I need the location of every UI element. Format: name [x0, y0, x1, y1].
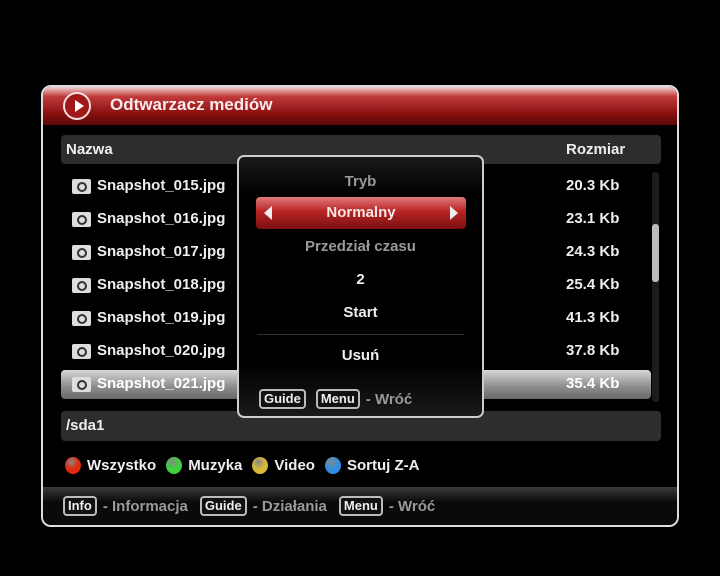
file-size: 35.4 Kb	[566, 375, 620, 392]
file-name: Snapshot_017.jpg	[97, 243, 226, 260]
red-key-all[interactable]: Wszystko	[65, 457, 156, 474]
actions-popup: Tryb Normalny Przedział czasu 2 Start Us…	[237, 155, 484, 418]
key-label: Sortuj Z-A	[346, 457, 420, 474]
file-size: 25.4 Kb	[566, 276, 620, 293]
file-name: Snapshot_020.jpg	[97, 342, 226, 359]
info-key[interactable]: Info	[63, 496, 97, 516]
blue-button-icon	[324, 457, 341, 474]
camera-icon	[72, 245, 91, 260]
camera-icon	[72, 179, 91, 194]
guide-key[interactable]: Guide	[199, 496, 247, 516]
file-size: 24.3 Kb	[566, 243, 620, 260]
camera-icon	[72, 311, 91, 326]
scrollbar-thumb[interactable]	[652, 224, 659, 282]
play-icon	[63, 92, 91, 120]
mode-label: Tryb	[344, 173, 377, 190]
scrollbar[interactable]	[652, 172, 659, 402]
menu-hint: - Wróć	[388, 497, 436, 515]
start-button[interactable]: Start	[239, 304, 482, 321]
column-name: Nazwa	[66, 141, 113, 158]
interval-label: Przedział czasu	[305, 238, 416, 255]
file-name: Snapshot_016.jpg	[97, 210, 226, 227]
camera-icon	[72, 377, 91, 392]
file-size: 37.8 Kb	[566, 342, 620, 359]
color-keys: Wszystko Muzyka Video Sortuj Z-A	[65, 457, 421, 474]
yellow-key-video[interactable]: Video	[252, 457, 315, 474]
menu-key[interactable]: Menu	[338, 496, 383, 516]
guide-key[interactable]: Guide	[259, 389, 306, 409]
page-title: Odtwarzacz mediów	[110, 95, 273, 114]
menu-key[interactable]: Menu	[315, 389, 360, 409]
camera-icon	[72, 212, 91, 227]
camera-icon	[72, 278, 91, 293]
file-size: 20.3 Kb	[566, 177, 620, 194]
header: Odtwarzacz mediów	[43, 87, 677, 125]
key-label: Muzyka	[188, 457, 243, 474]
guide-hint: - Działania	[252, 497, 327, 515]
file-name: Snapshot_015.jpg	[97, 177, 226, 194]
delete-button[interactable]: Usuń	[239, 347, 482, 364]
green-button-icon	[166, 457, 183, 474]
interval-value[interactable]: 2	[239, 271, 482, 288]
column-size: Rozmiar	[566, 141, 626, 158]
mode-value: Normalny	[326, 204, 396, 221]
file-size: 41.3 Kb	[566, 309, 620, 326]
file-name: Snapshot_018.jpg	[97, 276, 226, 293]
file-size: 23.1 Kb	[566, 210, 620, 227]
green-key-music[interactable]: Muzyka	[166, 457, 242, 474]
back-hint: - Wróć	[365, 390, 413, 408]
footer-hints: Info - Informacja Guide - Działania Menu - …	[43, 487, 677, 525]
divider	[257, 334, 464, 335]
key-label: Wszystko	[87, 457, 157, 474]
red-button-icon	[65, 457, 81, 474]
arrow-left-icon[interactable]	[264, 206, 272, 220]
yellow-button-icon	[252, 457, 269, 474]
info-hint: - Informacja	[102, 497, 188, 515]
arrow-right-icon[interactable]	[450, 206, 458, 220]
blue-key-sort[interactable]: Sortuj Z-A	[324, 457, 420, 474]
mode-selector[interactable]: Normalny	[256, 197, 466, 229]
camera-icon	[72, 344, 91, 359]
file-name: Snapshot_019.jpg	[97, 309, 226, 326]
key-label: Video	[274, 457, 315, 474]
popup-footer: Guide Menu - Wróć	[259, 389, 412, 409]
file-name: Snapshot_021.jpg	[97, 375, 226, 392]
